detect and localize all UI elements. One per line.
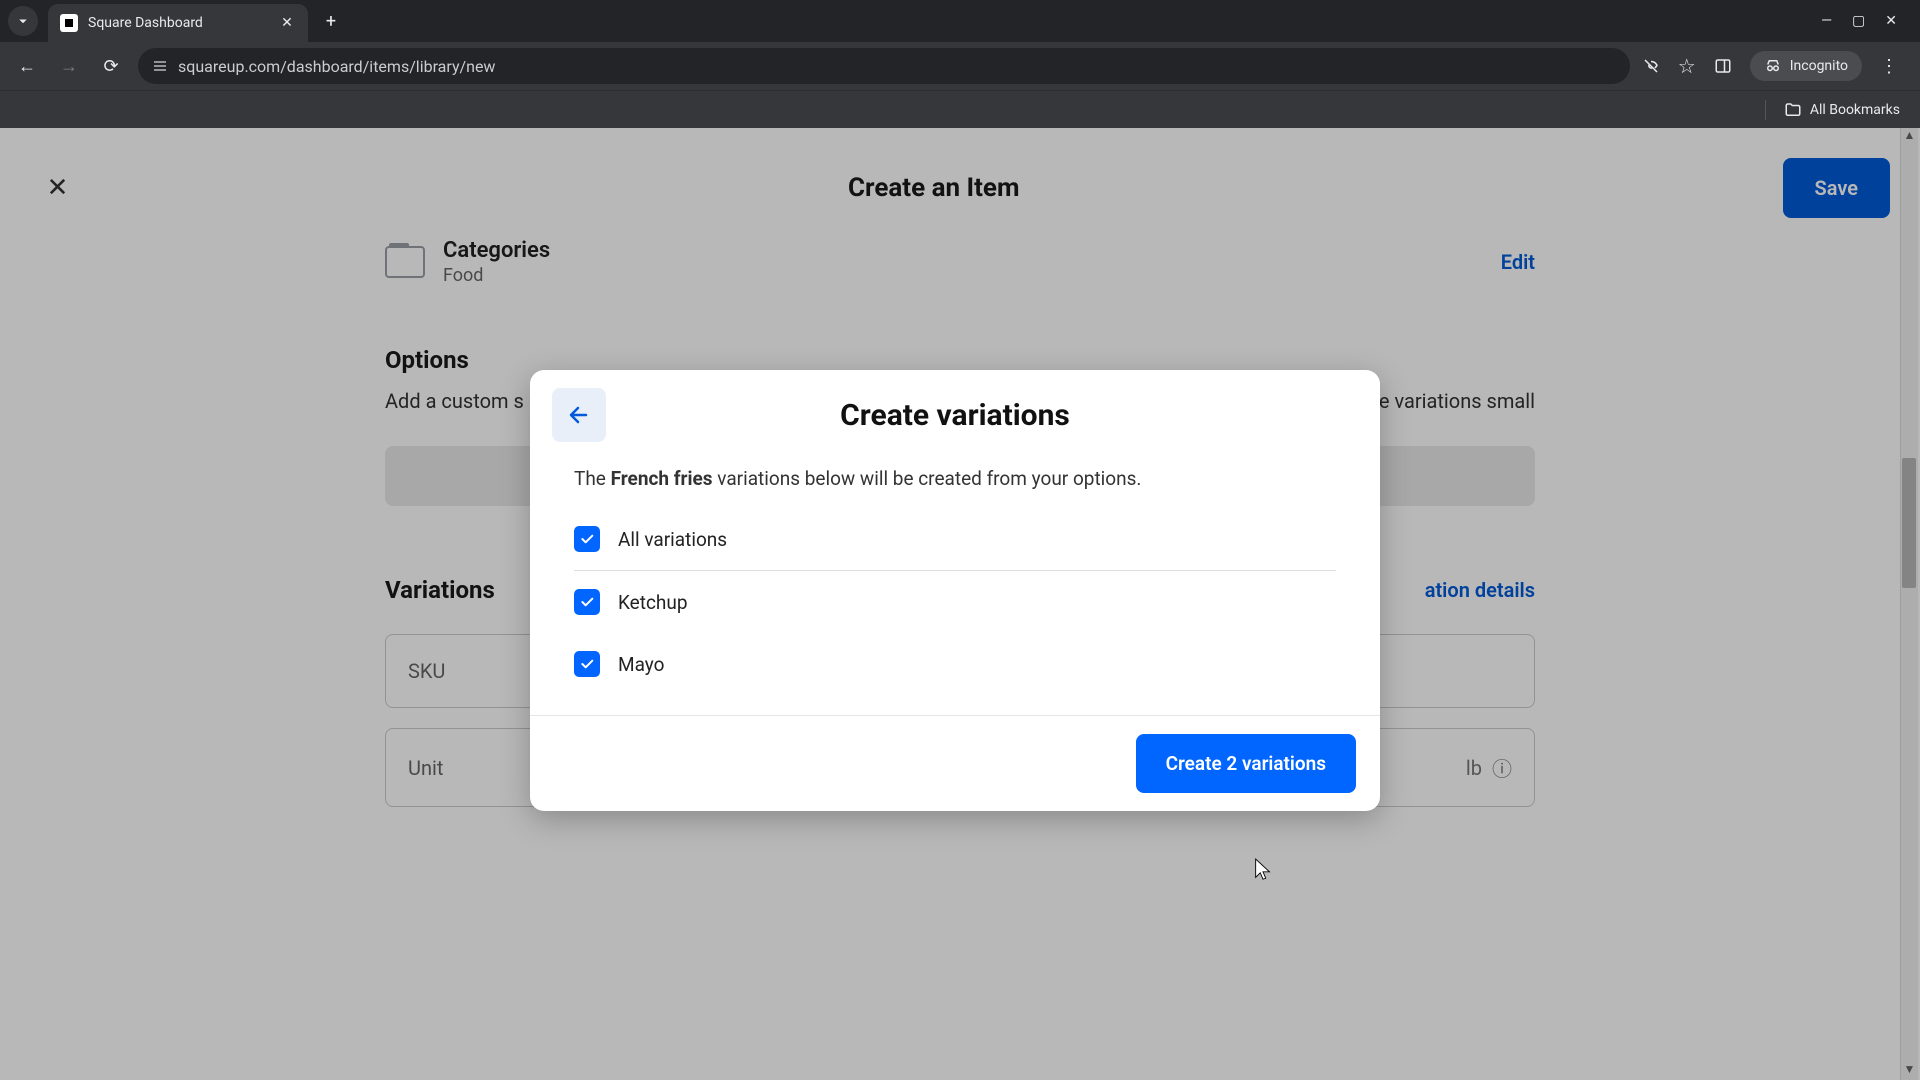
checkbox-all[interactable] — [574, 526, 600, 552]
variation-all-row[interactable]: All variations — [574, 508, 1336, 571]
arrow-left-icon — [567, 403, 591, 427]
incognito-icon — [1764, 57, 1782, 75]
new-tab-button[interactable]: + — [316, 6, 346, 36]
chevron-down-icon — [14, 12, 32, 30]
bookmarks-bar: All Bookmarks — [0, 90, 1920, 128]
address-bar: ← → ⟳ squareup.com/dashboard/items/libra… — [0, 42, 1920, 90]
back-button[interactable]: ← — [12, 51, 42, 81]
incognito-label: Incognito — [1790, 58, 1848, 74]
page-content: ✕ Create an Item Save Categories Food Ed… — [0, 128, 1920, 1080]
check-icon — [579, 656, 595, 672]
close-window-button[interactable]: ✕ — [1885, 13, 1897, 29]
url-text: squareup.com/dashboard/items/library/new — [178, 57, 495, 76]
reload-button[interactable]: ⟳ — [96, 51, 126, 81]
modal-description: The French fries variations below will b… — [530, 451, 1380, 498]
create-variations-modal: Create variations The French fries varia… — [530, 370, 1380, 811]
browser-chrome: Square Dashboard ✕ + — ▢ ✕ ← → ⟳ squareu… — [0, 0, 1920, 128]
bookmark-star-icon[interactable]: ☆ — [1678, 54, 1696, 78]
modal-title: Create variations — [558, 398, 1352, 433]
browser-menu-button[interactable]: ⋮ — [1880, 56, 1898, 77]
modal-back-button[interactable] — [552, 388, 606, 442]
check-icon — [579, 531, 595, 547]
variation-all-label: All variations — [618, 528, 727, 551]
folder-icon — [1784, 101, 1802, 119]
window-controls: — ▢ ✕ — [1821, 13, 1912, 29]
tabs-dropdown-button[interactable] — [8, 6, 38, 36]
all-bookmarks-button[interactable]: All Bookmarks — [1784, 101, 1900, 119]
variation-row-ketchup[interactable]: Ketchup — [574, 571, 1336, 633]
side-panel-icon[interactable] — [1714, 57, 1732, 75]
minimize-button[interactable]: — — [1821, 13, 1832, 29]
url-input[interactable]: squareup.com/dashboard/items/library/new — [138, 48, 1630, 84]
tab-title: Square Dashboard — [88, 15, 268, 31]
close-tab-button[interactable]: ✕ — [278, 14, 296, 32]
variation-list: All variations Ketchup Mayo — [530, 498, 1380, 715]
checkbox-mayo[interactable] — [574, 651, 600, 677]
site-settings-icon — [152, 58, 168, 74]
square-favicon — [60, 14, 78, 32]
checkbox-ketchup[interactable] — [574, 589, 600, 615]
variation-label: Ketchup — [618, 591, 688, 614]
variation-row-mayo[interactable]: Mayo — [574, 633, 1336, 695]
tab-bar: Square Dashboard ✕ + — ▢ ✕ — [0, 0, 1920, 42]
browser-tab[interactable]: Square Dashboard ✕ — [48, 4, 308, 42]
maximize-button[interactable]: ▢ — [1852, 13, 1865, 29]
eye-off-icon[interactable] — [1642, 57, 1660, 75]
all-bookmarks-label: All Bookmarks — [1810, 102, 1900, 118]
create-variations-button[interactable]: Create 2 variations — [1136, 734, 1356, 793]
check-icon — [579, 594, 595, 610]
variation-label: Mayo — [618, 653, 664, 676]
incognito-indicator[interactable]: Incognito — [1750, 51, 1862, 81]
forward-button[interactable]: → — [54, 51, 84, 81]
